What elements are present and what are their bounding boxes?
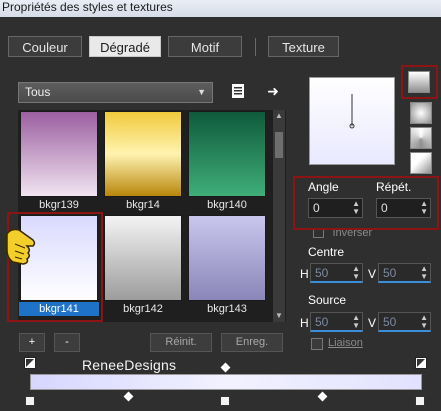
source-v-stepper[interactable]: 50 ▲ ▼ [378, 312, 431, 332]
conic-style-button[interactable] [410, 127, 432, 149]
invert-option[interactable]: Inverser [313, 230, 372, 239]
source-v-value: 50 [383, 315, 397, 329]
watermark-text: ReneeDesigns [82, 357, 177, 373]
tab-separator [255, 38, 256, 56]
center-v-stepper[interactable]: 50 ▲ ▼ [378, 263, 431, 283]
center-label: Centre [308, 245, 345, 259]
tab-couleur[interactable]: Couleur [8, 36, 82, 57]
gradient-preview[interactable] [309, 77, 395, 165]
tab-texture[interactable]: Texture [268, 36, 339, 57]
save-button[interactable]: Enreg. [221, 333, 283, 352]
center-v-label: V [368, 267, 377, 281]
add-gradient-button[interactable]: + [19, 333, 45, 352]
reset-button[interactable]: Réinit. [150, 333, 212, 352]
repeat-stepper[interactable]: 0 ▲ ▼ [376, 198, 431, 218]
angle-label: Angle [308, 180, 339, 194]
color-stop-middle[interactable] [220, 396, 230, 406]
color-stop-top-left[interactable] [24, 357, 36, 369]
spin-arrows-icon[interactable]: ▲ ▼ [420, 200, 428, 216]
chevron-down-icon: ▼ [197, 87, 206, 97]
center-h-stepper[interactable]: 50 ▲ ▼ [310, 263, 363, 283]
thumb-label: bkgr14 [126, 199, 160, 211]
gradient-thumb-bkgr14[interactable] [104, 111, 182, 197]
radial-style-button[interactable] [410, 102, 432, 124]
midpoint-diamond[interactable] [123, 391, 134, 402]
spin-arrows-icon[interactable]: ▲ ▼ [352, 314, 360, 330]
pointing-hand-icon [3, 224, 39, 268]
spin-arrows-icon[interactable]: ▲ ▼ [420, 314, 428, 330]
center-h-label: H [300, 267, 309, 281]
gradient-thumb-bkgr139[interactable] [20, 111, 98, 197]
scrollbar-thumb[interactable] [275, 132, 283, 158]
invert-checkbox[interactable] [313, 230, 324, 238]
midpoint-diamond[interactable] [317, 391, 328, 402]
angle-stepper[interactable]: 0 ▲ ▼ [308, 198, 363, 218]
source-h-label: H [300, 316, 309, 330]
scroll-down-icon[interactable]: ▼ [273, 310, 285, 322]
invert-label: Inverser [332, 230, 373, 239]
thumb-label: bkgr140 [207, 199, 247, 211]
tab-motif[interactable]: Motif [168, 36, 242, 57]
spin-arrows-icon[interactable]: ▲ ▼ [352, 200, 360, 216]
spin-arrows-icon[interactable]: ▲ ▼ [352, 265, 360, 281]
thumb-label: bkgr143 [207, 303, 247, 315]
scroll-up-icon[interactable]: ▲ [273, 110, 285, 122]
window-title: Propriétés des styles et textures [0, 0, 441, 17]
gradient-thumb-bkgr140[interactable] [188, 111, 266, 197]
source-label: Source [308, 293, 347, 307]
link-checkbox[interactable] [311, 338, 323, 350]
rectangular-style-button[interactable] [410, 152, 432, 174]
library-scrollbar[interactable]: ▲ ▼ [273, 110, 285, 322]
source-v-label: V [368, 316, 377, 330]
gradient-direction-icon [349, 94, 355, 129]
repeat-label: Répét. [376, 180, 412, 194]
arrow-right-icon[interactable]: ➜ [264, 82, 282, 100]
source-h-stepper[interactable]: 50 ▲ ▼ [310, 312, 363, 332]
gradient-thumb-bkgr142[interactable] [104, 215, 182, 301]
remove-gradient-button[interactable]: - [54, 333, 80, 352]
source-h-value: 50 [315, 315, 329, 329]
style-highlight [401, 65, 438, 99]
repeat-value: 0 [381, 201, 388, 215]
link-label: Liaison [328, 337, 363, 349]
library-menu-icon[interactable] [229, 83, 247, 101]
midpoint-top-diamond[interactable] [220, 362, 231, 373]
color-stop-top-right[interactable] [415, 357, 427, 369]
center-v-value: 50 [383, 266, 397, 280]
thumb-label: bkgr142 [123, 303, 163, 315]
color-stop-right[interactable] [415, 396, 425, 406]
gradient-thumb-bkgr143[interactable] [188, 215, 266, 301]
color-stop-left[interactable] [25, 396, 35, 406]
angle-value: 0 [313, 201, 320, 215]
center-h-value: 50 [315, 266, 329, 280]
category-dropdown[interactable]: Tous ▼ [18, 82, 213, 103]
gradient-editor-bar[interactable] [30, 374, 422, 390]
thumb-label: bkgr139 [39, 199, 79, 211]
category-value: Tous [25, 85, 51, 99]
tab-degrade[interactable]: Dégradé [89, 36, 161, 57]
spin-arrows-icon[interactable]: ▲ ▼ [420, 265, 428, 281]
